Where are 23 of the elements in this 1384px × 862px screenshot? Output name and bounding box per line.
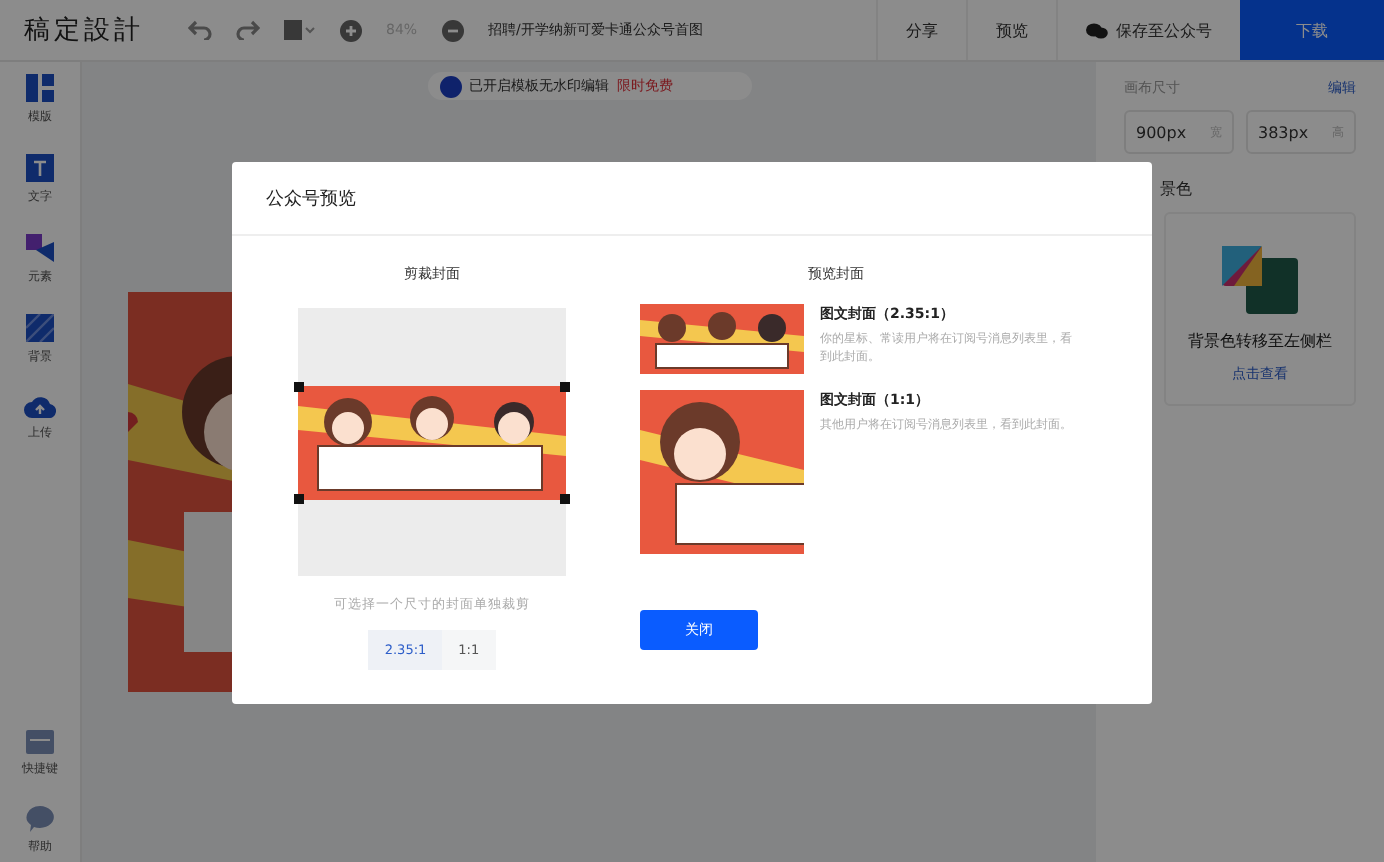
card-title: 背景色转移至左侧栏 [1188, 330, 1332, 352]
dialog-title: 公众号预览 [266, 187, 356, 211]
logo: 稿定設計 [24, 14, 146, 48]
layout-icon [26, 74, 54, 102]
pattern-icon [26, 314, 54, 342]
color-swatch-icon [1218, 246, 1302, 318]
chat-icon [1086, 21, 1108, 39]
zoom-out-icon[interactable] [441, 19, 464, 41]
crop-area[interactable] [298, 308, 566, 576]
redo-icon[interactable] [236, 20, 260, 40]
download-button[interactable]: 下载 [1240, 0, 1384, 60]
watermark-toggle[interactable] [439, 75, 461, 97]
undo-icon[interactable] [188, 20, 212, 40]
keyboard-icon [26, 730, 54, 754]
cloud-upload-icon [24, 394, 56, 418]
section-label: 景色 [1160, 178, 1194, 200]
zoom-in-icon[interactable] [340, 19, 362, 41]
text-icon [26, 154, 54, 182]
speech-bubble-icon [26, 806, 54, 832]
shapes-icon [26, 234, 54, 262]
toolbar-button[interactable]: 预览 [966, 0, 1056, 60]
toolbar-button[interactable]: 分享 [876, 0, 966, 60]
layers-icon[interactable] [284, 20, 316, 40]
